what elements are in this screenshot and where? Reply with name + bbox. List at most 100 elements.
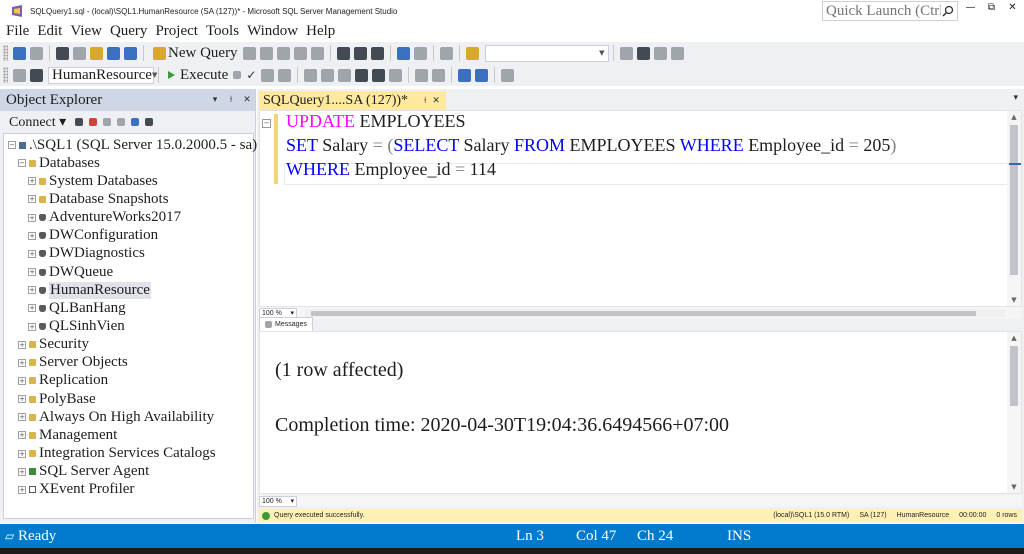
properties-icon[interactable] [619,46,633,60]
menu-file[interactable]: File [0,23,33,40]
tree-node[interactable]: + Management [18,426,117,444]
uncomment-icon[interactable] [432,68,446,82]
tree-node[interactable]: + QLSinhVien [28,318,125,336]
available-databases-combo[interactable]: HumanResource ▼ [48,66,157,84]
connect-object-explorer-icon[interactable] [75,118,84,126]
pin-icon[interactable]: ⍿ [223,95,239,105]
toolbar-grip[interactable] [3,45,8,61]
window-position-icon[interactable]: ▾ [207,95,223,105]
editor-horizontal-scrollbar[interactable] [305,309,1005,317]
tab-list-dropdown-icon[interactable]: ▾ [1013,93,1018,103]
expand-icon[interactable]: + [28,322,36,331]
client-statistics-icon[interactable] [338,68,352,82]
save-all-icon[interactable] [124,46,137,60]
toolbox-icon[interactable] [653,46,667,60]
query-designer-icon[interactable] [278,68,292,82]
menu-help[interactable]: Help [302,23,339,40]
close-icon[interactable]: ✕ [1002,2,1023,13]
menu-query[interactable]: Query [106,23,152,40]
scroll-up-icon[interactable]: ▲ [1007,113,1021,121]
expand-icon[interactable]: + [18,467,26,476]
expand-icon[interactable]: + [28,286,36,295]
connect-icon[interactable] [13,68,26,82]
analysis-xmla-query-icon[interactable] [293,46,307,60]
back-icon[interactable] [13,46,26,60]
toolbar-grip[interactable] [3,67,8,83]
parse-icon[interactable]: ✓ [246,68,256,82]
specify-template-values-icon[interactable] [501,68,515,82]
display-estimated-plan-icon[interactable] [261,68,275,82]
find-combo[interactable]: ▼ [484,44,609,62]
menu-window[interactable]: Window [243,23,302,40]
quick-launch-input[interactable] [823,2,941,20]
collapse-region-icon[interactable]: − [262,119,271,128]
include-actual-plan-icon[interactable] [304,68,318,82]
expand-icon[interactable]: + [18,431,26,440]
results-to-text-icon[interactable] [355,68,369,82]
search-icon[interactable] [941,4,955,18]
editor-vertical-scrollbar[interactable]: ▲ ▼ [1007,111,1021,306]
menu-tools[interactable]: Tools [202,23,243,40]
tab-sqlquery1[interactable]: SQLQuery1....SA (127))* ⍿ ✕ [259,91,446,110]
tree-node[interactable]: + Always On High Availability [18,408,214,426]
expand-icon[interactable]: + [28,195,36,204]
restore-icon[interactable]: ⧉ [981,2,1002,13]
quick-launch-box[interactable] [822,1,958,21]
scrollbar-thumb[interactable] [311,311,976,316]
expand-icon[interactable]: + [18,376,26,385]
scroll-down-icon[interactable]: ▼ [1007,296,1021,304]
disconnect-icon[interactable] [89,118,98,126]
connect-dropdown[interactable]: Connect ▾ [9,114,66,131]
database-engine-query-icon[interactable] [242,46,256,60]
refresh-icon[interactable] [131,118,140,126]
scrollbar-thumb[interactable] [1010,346,1018,406]
expand-icon[interactable]: + [18,413,26,422]
solution-explorer-icon[interactable] [439,46,453,60]
expand-icon[interactable]: + [18,395,26,404]
expand-icon[interactable]: + [28,268,36,277]
tree-node[interactable]: + SQL Server Agent [18,463,149,481]
execute-button[interactable]: Execute [166,67,228,84]
expand-icon[interactable]: + [28,249,36,258]
collapse-icon[interactable]: − [8,141,16,149]
tools-icon[interactable] [636,46,650,60]
menu-project[interactable]: Project [151,23,202,40]
new-project-icon[interactable] [56,46,69,60]
template-explorer-icon[interactable] [670,46,684,60]
tree-node[interactable]: + QLBanHang [28,299,126,317]
tree-node[interactable]: + System Databases [28,172,158,190]
tree-node[interactable]: + Database Snapshots [28,190,169,208]
tab-messages[interactable]: Messages [259,317,313,331]
paste-icon[interactable] [370,46,384,60]
pin-icon[interactable]: ⍿ [424,96,426,106]
stop-icon[interactable] [103,118,112,126]
new-file-icon[interactable] [73,46,86,60]
analysis-dax-query-icon[interactable] [310,46,324,60]
menu-view[interactable]: View [66,23,106,40]
query-editor[interactable]: − UPDATE EMPLOYEES SET Salary = (SELECT … [259,110,1022,307]
tree-node[interactable]: + DWQueue [28,263,113,281]
redo-icon[interactable] [413,46,427,60]
close-tab-icon[interactable]: ✕ [432,96,440,106]
collapse-icon[interactable]: − [18,159,26,168]
filter-icon[interactable] [117,118,126,126]
expand-icon[interactable]: + [18,485,26,494]
activity-monitor-icon[interactable] [145,118,154,126]
minimize-icon[interactable]: — [960,2,981,13]
decrease-indent-icon[interactable] [458,68,472,82]
messages-vertical-scrollbar[interactable]: ▲ ▼ [1007,332,1021,493]
tree-node[interactable]: + Replication [18,372,108,390]
scroll-down-icon[interactable]: ▼ [1007,483,1021,491]
tree-node[interactable]: + Server Objects [18,354,128,372]
cut-icon[interactable] [336,46,350,60]
find-icon[interactable] [465,46,479,60]
results-to-file-icon[interactable] [389,68,403,82]
tree-node[interactable]: + PolyBase [18,390,96,408]
close-icon[interactable]: ✕ [239,95,255,105]
comment-out-icon[interactable] [415,68,429,82]
tree-node[interactable]: + AdventureWorks2017 [28,209,181,227]
scroll-up-icon[interactable]: ▲ [1007,334,1021,342]
tree-node[interactable]: + Integration Services Catalogs [18,445,216,463]
expand-icon[interactable]: + [28,213,36,222]
open-file-icon[interactable] [90,46,103,60]
